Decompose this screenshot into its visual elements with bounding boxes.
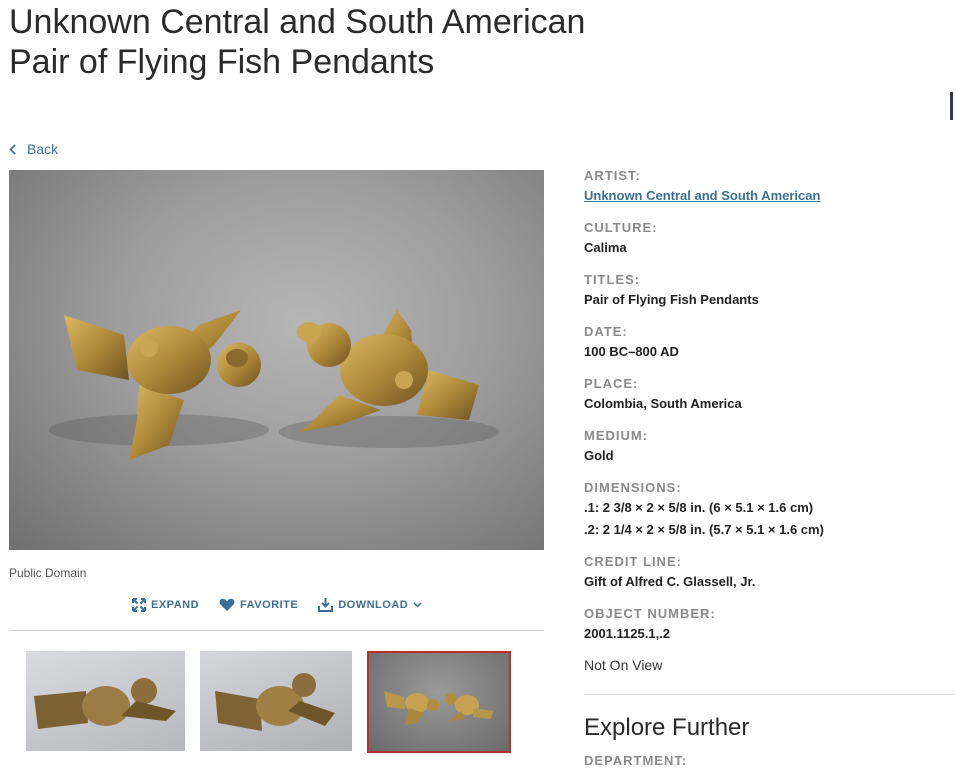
object-number-field: OBJECT NUMBER: 2001.1125.1,.2 [584, 604, 954, 656]
on-view-status: Not On View [584, 657, 663, 673]
dimensions-field: DIMENSIONS: .1: 2 3/8 × 2 × 5/8 in. (6 ×… [584, 478, 954, 552]
medium-label: MEDIUM: [584, 428, 649, 443]
titles-field: TITLES: Pair of Flying Fish Pendants [584, 270, 954, 322]
medium-field: MEDIUM: Gold [584, 426, 954, 478]
place-value: Colombia, South America [584, 396, 742, 411]
page-title-line-2: Pair of Flying Fish Pendants [9, 43, 435, 81]
image-divider [9, 630, 544, 631]
image-license: Public Domain [9, 566, 87, 580]
details-divider [584, 694, 955, 695]
dimensions-value-1: .1: 2 3/8 × 2 × 5/8 in. (6 × 5.1 × 1.6 c… [584, 500, 814, 515]
flying-fish-pendants-photo [49, 310, 499, 460]
back-link[interactable]: Back [9, 141, 58, 157]
object-number-label: OBJECT NUMBER: [584, 606, 716, 621]
thumbnail-3-selected[interactable] [367, 651, 511, 753]
date-field: DATE: 100 BC–800 AD [584, 322, 954, 374]
medium-value: Gold [584, 448, 614, 463]
expand-icon [132, 598, 146, 612]
artist-field: ARTIST: Unknown Central and South Americ… [584, 166, 954, 218]
main-artwork-image[interactable] [9, 170, 544, 550]
favorite-button[interactable]: FAVORITE [219, 598, 298, 612]
page-title: Unknown Central and South American Pair … [9, 2, 709, 82]
download-label: DOWNLOAD [338, 599, 409, 611]
culture-value: Calima [584, 240, 627, 255]
page-title-line-1: Unknown Central and South American [9, 3, 586, 41]
thumbnail-2-image [215, 673, 335, 731]
thumbnail-2[interactable] [200, 651, 352, 751]
explore-further-heading: Explore Further [584, 714, 750, 741]
download-button[interactable]: DOWNLOAD [318, 598, 422, 612]
object-number-value: 2001.1125.1,.2 [584, 626, 671, 641]
back-label: Back [27, 141, 59, 157]
scroll-edge-marker [950, 92, 953, 120]
object-details: ARTIST: Unknown Central and South Americ… [584, 166, 954, 656]
thumbnail-3-image [384, 691, 493, 725]
chevron-down-icon [413, 602, 422, 608]
favorite-label: FAVORITE [240, 599, 299, 611]
dimensions-label: DIMENSIONS: [584, 480, 682, 495]
titles-label: TITLES: [584, 272, 641, 287]
expand-label: EXPAND [151, 599, 200, 611]
download-icon [318, 598, 334, 612]
department-label: DEPARTMENT: [584, 753, 688, 768]
expand-button[interactable]: EXPAND [132, 598, 199, 612]
credit-line-label: CREDIT LINE: [584, 554, 682, 569]
image-actions: EXPAND FAVORITE DOWNLOAD [132, 598, 422, 612]
chevron-left-icon [9, 143, 16, 155]
artist-link[interactable]: Unknown Central and South American [584, 188, 820, 203]
artist-label: ARTIST: [584, 168, 641, 183]
titles-value: Pair of Flying Fish Pendants [584, 292, 759, 307]
place-field: PLACE: Colombia, South America [584, 374, 954, 426]
culture-field: CULTURE: Calima [584, 218, 954, 270]
credit-line-value: Gift of Alfred C. Glassell, Jr. [584, 574, 756, 589]
date-value: 100 BC–800 AD [584, 344, 679, 359]
thumbnail-1-image [34, 678, 176, 729]
place-label: PLACE: [584, 376, 639, 391]
thumbnail-1[interactable] [26, 651, 185, 751]
dimensions-value-2: .2: 2 1/4 × 2 × 5/8 in. (5.7 × 5.1 × 1.6… [584, 522, 824, 537]
culture-label: CULTURE: [584, 220, 658, 235]
credit-line-field: CREDIT LINE: Gift of Alfred C. Glassell,… [584, 552, 954, 604]
heart-icon [219, 598, 235, 611]
date-label: DATE: [584, 324, 628, 339]
